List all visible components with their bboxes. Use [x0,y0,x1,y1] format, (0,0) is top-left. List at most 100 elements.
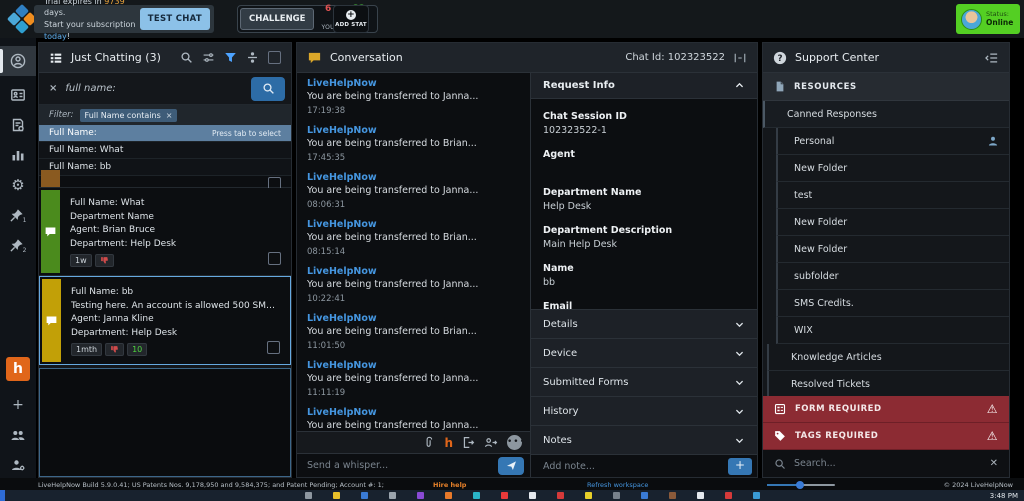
sidebar-item-pin-2[interactable]: 2 [0,230,36,260]
resources-row[interactable]: RESOURCES [763,73,1009,101]
select-all-checkbox[interactable] [268,51,281,64]
test-chat-button[interactable]: TEST CHAT [140,8,210,30]
sidebar-item-home[interactable]: h [0,354,36,384]
tree-item[interactable]: SMS Credits. [776,290,1009,317]
taskbar-dock[interactable] [305,492,760,499]
suggestion-row[interactable]: Full Name: Press tab to select [39,125,291,142]
tree-item[interactable]: subfolder [776,263,1009,290]
challenge-button[interactable]: CHALLENGE [240,8,314,30]
whisper-input[interactable]: Send a whisper... [307,460,498,471]
sidebar-item-reports[interactable] [0,140,36,170]
accordion-section[interactable]: Details [531,309,757,338]
dock-app-icon[interactable] [753,492,760,499]
chat-list-item-partial[interactable] [39,176,291,188]
dock-app-icon[interactable] [389,492,396,499]
message-sender[interactable]: LiveHelpNow [307,313,520,324]
request-info-header[interactable]: Request Info [531,73,757,99]
message-sender[interactable]: LiveHelpNow [307,172,520,183]
dock-app-icon[interactable] [697,492,704,499]
refresh-workspace-link[interactable]: Refresh workspace [587,481,648,489]
chat-list-item[interactable]: Full Name: What Department Name Agent: B… [39,188,291,276]
tree-item[interactable]: New Folder [776,236,1009,263]
search-icon[interactable] [180,51,193,64]
dock-app-icon[interactable] [501,492,508,499]
suggestion-row[interactable]: Full Name: What [39,142,291,159]
chip-close-icon[interactable]: × [166,111,173,120]
chat-list-item[interactable]: Full Name: bb Testing here. An account i… [39,276,291,365]
tree-item[interactable]: Knowledge Articles [767,344,1009,371]
hire-help-link[interactable]: Hire help [433,481,466,489]
slider-handle[interactable] [796,481,804,489]
search-submit-button[interactable] [251,77,285,101]
message-sender[interactable]: LiveHelpNow [307,407,520,418]
sidebar-item-pin-1[interactable]: 1 [0,200,36,230]
filter-funnel-icon[interactable] [224,51,237,64]
tree-item[interactable]: Personal [776,128,1009,155]
dock-app-icon[interactable] [669,492,676,499]
resize-columns-icon[interactable] [733,52,747,64]
message-sender[interactable]: LiveHelpNow [307,360,520,371]
dock-app-icon[interactable] [641,492,648,499]
dock-app-icon[interactable] [305,492,312,499]
message-sender[interactable]: LiveHelpNow [307,219,520,230]
split-view-icon[interactable] [246,51,259,64]
support-search-input[interactable]: Search... [794,458,982,469]
message-list[interactable]: LiveHelpNow You are being transferred to… [297,73,530,431]
paperclip-icon[interactable] [423,436,435,449]
add-note-button[interactable]: + [728,458,752,475]
add-note-input[interactable]: Add note... [543,461,728,472]
dock-app-icon[interactable] [585,492,592,499]
add-stat-button[interactable]: + ADD STAT [333,5,369,33]
agent-status-toggle[interactable]: Status:Online [956,4,1020,34]
transfer-chat-icon[interactable] [462,436,475,449]
dock-app-icon[interactable] [529,492,536,499]
sidebar-item-chats[interactable] [0,46,36,76]
info-field: Agent [543,149,745,174]
sidebar-item-contacts[interactable] [0,80,36,110]
more-options-button[interactable]: ••• [507,435,522,450]
sidebar-item-admin[interactable] [0,450,36,480]
accordion-section[interactable]: Notes [531,425,757,454]
dock-app-icon[interactable] [417,492,424,499]
filter-chip[interactable]: Full Name contains× [80,109,178,122]
dock-app-icon[interactable] [557,492,564,499]
zoom-slider[interactable] [767,484,835,486]
tree-item[interactable]: Resolved Tickets [767,371,1009,396]
accordion-section[interactable]: Device [531,338,757,367]
dock-app-icon[interactable] [445,492,452,499]
accordion-section[interactable]: Submitted Forms [531,367,757,396]
tree-item[interactable]: New Folder [776,155,1009,182]
send-button[interactable] [498,457,524,475]
sidebar-item-visitors[interactable] [0,420,36,450]
tree-item[interactable]: test [776,182,1009,209]
clear-search-icon[interactable]: × [49,83,57,94]
chat-search-input[interactable]: full name: [65,83,243,94]
sidebar-item-settings[interactable]: ⚙ [0,170,36,200]
dock-app-icon[interactable] [333,492,340,499]
subscribe-link[interactable]: today [44,32,67,41]
dock-app-icon[interactable] [361,492,368,499]
sidebar-item-tickets[interactable] [0,110,36,140]
dock-app-icon[interactable] [725,492,732,499]
tree-item[interactable]: New Folder [776,209,1009,236]
message-sender[interactable]: LiveHelpNow [307,78,520,89]
dock-app-icon[interactable] [613,492,620,499]
tags-required-row[interactable]: TAGS REQUIRED ⚠ [763,423,1009,450]
message-sender[interactable]: LiveHelpNow [307,266,520,277]
chat-item-checkbox[interactable] [267,341,280,354]
accordion-section[interactable]: History [531,396,757,425]
sidebar-item-add[interactable]: + [0,390,36,420]
close-icon[interactable]: ✕ [990,458,998,469]
field-label: Agent [543,149,745,160]
sort-options-icon[interactable] [202,51,215,64]
form-required-row[interactable]: FORM REQUIRED ⚠ [763,396,1009,423]
tree-item[interactable]: Canned Responses [763,101,1009,128]
collapse-menu-icon[interactable] [985,52,999,64]
suggestion-row[interactable]: Full Name: bb [39,159,291,176]
transfer-agent-icon[interactable] [484,436,498,449]
canned-response-icon[interactable]: h [444,436,453,450]
tree-item[interactable]: WIX [776,317,1009,344]
message-sender[interactable]: LiveHelpNow [307,125,520,136]
chat-item-checkbox[interactable] [268,252,281,265]
dock-app-icon[interactable] [473,492,480,499]
